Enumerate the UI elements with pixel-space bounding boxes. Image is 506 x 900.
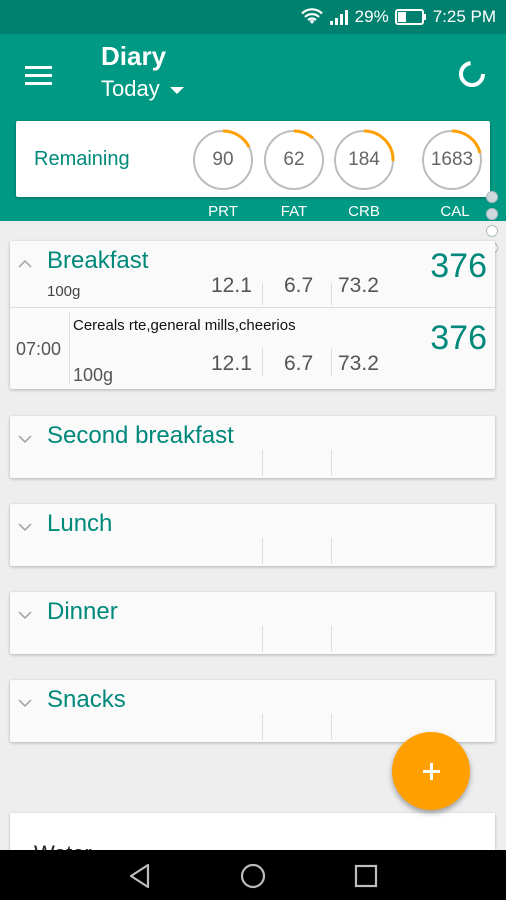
column-divider [331, 714, 332, 740]
page-dot[interactable] [486, 225, 498, 237]
meal-protein: 12.1 [211, 274, 252, 297]
column-divider [262, 283, 263, 305]
back-icon[interactable] [126, 862, 154, 890]
chevron-down-icon[interactable] [18, 696, 32, 710]
meal-title: Snacks [47, 686, 126, 713]
food-weight: 100g [73, 365, 114, 385]
food-name: Cereals rte,general mills,cheerios [73, 317, 296, 334]
chevron-down-icon[interactable] [18, 608, 32, 622]
battery-percent: 29% [354, 7, 389, 26]
meal-card-dinner[interactable]: Dinner [10, 592, 495, 654]
sync-icon[interactable] [456, 58, 488, 90]
divider [10, 307, 495, 308]
chevron-down-icon[interactable] [18, 432, 32, 446]
calories-label: CAL [440, 203, 470, 220]
entry-calories: 376 [430, 319, 487, 357]
meal-title: Lunch [47, 510, 113, 537]
fat-remaining-ring: 62 [263, 129, 325, 191]
column-divider [331, 283, 332, 305]
menu-icon[interactable] [20, 60, 58, 90]
protein-label: PRT [208, 203, 238, 220]
entry-carbs: 73.2 [338, 352, 379, 375]
fat-remaining-value: 62 [283, 149, 305, 170]
recents-icon[interactable] [352, 862, 380, 890]
meal-title: Second breakfast [47, 422, 234, 449]
calories-remaining-value: 1683 [430, 149, 474, 170]
entry-fat: 6.7 [284, 352, 314, 375]
meal-calories: 376 [430, 247, 487, 285]
protein-remaining-value: 90 [212, 149, 234, 170]
column-divider [262, 450, 263, 476]
remaining-card: Remaining 90 62 184 1683 [16, 121, 490, 197]
page-title: Diary [101, 41, 167, 71]
entry-protein: 12.1 [211, 352, 252, 375]
column-divider [331, 348, 332, 376]
status-bar: 29% 7:25 PM [0, 0, 506, 34]
protein-remaining-ring: 90 [192, 129, 254, 191]
remaining-label: Remaining [34, 148, 130, 170]
carbs-label: CRB [348, 203, 380, 220]
meal-card-lunch[interactable]: Lunch [10, 504, 495, 566]
signal-icon [329, 8, 349, 26]
page-dot[interactable] [486, 208, 498, 220]
carbs-remaining-value: 184 [348, 149, 380, 170]
entry-time: 07:00 [16, 339, 62, 359]
column-divider [262, 348, 263, 376]
chevron-down-icon[interactable] [18, 520, 32, 534]
clock: 7:25 PM [432, 7, 496, 26]
column-divider [262, 538, 263, 564]
column-divider [331, 538, 332, 564]
date-selector-label: Today [101, 76, 160, 101]
meal-title: Dinner [47, 598, 118, 625]
column-divider [262, 714, 263, 740]
meal-card-second-breakfast[interactable]: Second breakfast [10, 416, 495, 478]
meal-card-breakfast[interactable]: Breakfast 376 100g 12.1 6.7 73.2 07:00 C… [10, 241, 495, 389]
carbs-remaining-ring: 184 [333, 129, 395, 191]
page-dot[interactable] [486, 191, 498, 203]
home-icon[interactable] [239, 862, 267, 890]
meal-title: Breakfast [47, 247, 149, 274]
navigation-bar [0, 850, 506, 900]
chevron-up-icon[interactable] [18, 257, 32, 271]
meal-fat: 6.7 [284, 274, 314, 297]
macro-labels: PRT FAT CRB CAL [0, 203, 506, 223]
caret-down-icon [169, 86, 184, 94]
wifi-icon [300, 8, 323, 26]
column-divider [331, 626, 332, 652]
column-divider [262, 626, 263, 652]
meal-carbs: 73.2 [338, 274, 379, 297]
meal-weight: 100g [47, 283, 81, 300]
fat-label: FAT [280, 203, 308, 220]
column-divider [331, 450, 332, 476]
column-divider [69, 313, 70, 383]
date-selector[interactable]: Today [101, 76, 184, 102]
battery-icon [394, 9, 427, 25]
add-food-button[interactable] [392, 732, 470, 810]
calories-remaining-ring: 1683 [421, 129, 483, 191]
